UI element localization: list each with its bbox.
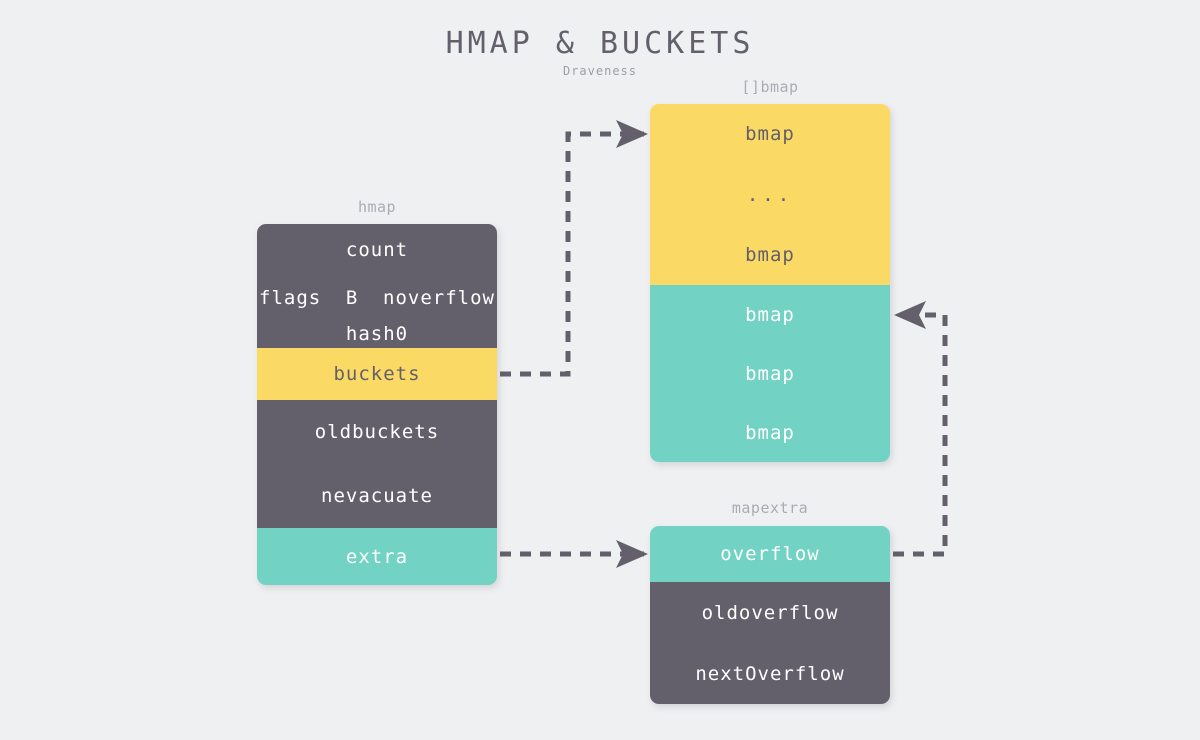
bmap-array-row-bmap-1-label: bmap [745, 123, 795, 145]
hmap-row-oldbuckets[interactable]: oldbuckets [257, 400, 497, 464]
mapextra-label: mapextra [731, 499, 809, 517]
bmap-array-label: []bmap [741, 78, 799, 96]
mapextra-row-nextoverflow[interactable]: nextOverflow [650, 643, 890, 704]
hmap-row-buckets[interactable]: buckets [257, 348, 497, 400]
bmap-array-row-bmap-5-label: bmap [745, 421, 795, 444]
hmap-row-count-label: count [345, 238, 409, 261]
diagram-canvas: HMAP & BUCKETS Draveness hmap count flag… [0, 0, 1200, 740]
bmap-array-row-bmap-2[interactable]: bmap [650, 225, 890, 285]
hmap-label: hmap [357, 198, 397, 216]
page-title: HMAP & BUCKETS [445, 26, 755, 61]
hmap-row-nevacuate[interactable]: nevacuate [257, 464, 497, 528]
bmap-array-row-bmap-2-label: bmap [745, 244, 795, 266]
bmap-array-row-bmap-4[interactable]: bmap [650, 344, 890, 403]
hmap-row-count[interactable]: count [257, 224, 497, 275]
hmap-field-b: B [345, 286, 359, 309]
bmap-array-row-bmap-3[interactable]: bmap [650, 285, 890, 344]
hmap-struct: count flags B noverflow hash0 buckets ol… [257, 224, 497, 585]
bmap-array-row-bmap-1[interactable]: bmap [650, 104, 890, 164]
hmap-field-noverflow: noverflow [383, 286, 495, 309]
hmap-row-flags-b-noverflow[interactable]: flags B noverflow [257, 275, 497, 320]
mapextra-struct: overflow oldoverflow nextOverflow [650, 526, 890, 704]
hmap-row-extra-label: extra [345, 545, 409, 568]
connector-overflow-to-bmap-array [893, 301, 948, 557]
hmap-row-hash0-label: hash0 [345, 323, 409, 345]
mapextra-row-overflow[interactable]: overflow [650, 526, 890, 582]
bmap-array-struct: bmap ... bmap bmap bmap bmap [650, 104, 890, 462]
hmap-row-oldbuckets-label: oldbuckets [314, 421, 440, 443]
hmap-row-buckets-label: buckets [333, 363, 421, 385]
connector-buckets-to-bmap-array [500, 119, 649, 377]
bmap-array-row-ellipsis: ... [650, 164, 890, 225]
bmap-array-row-bmap-5[interactable]: bmap [650, 403, 890, 462]
hmap-row-hash0[interactable]: hash0 [257, 320, 497, 348]
mapextra-row-overflow-label: overflow [720, 543, 820, 565]
hmap-row-nevacuate-label: nevacuate [321, 485, 433, 507]
mapextra-row-oldoverflow[interactable]: oldoverflow [650, 582, 890, 643]
page-subtitle: Draveness [562, 64, 638, 78]
hmap-row-extra[interactable]: extra [257, 528, 497, 585]
mapextra-row-nextoverflow-label: nextOverflow [695, 662, 845, 685]
mapextra-row-oldoverflow-label: oldoverflow [701, 601, 839, 624]
connectors-layer [500, 119, 948, 568]
bmap-array-row-bmap-4-label: bmap [745, 362, 795, 385]
bmap-array-row-bmap-3-label: bmap [745, 303, 795, 326]
hmap-field-flags: flags [259, 286, 322, 309]
bmap-array-row-ellipsis-label: ... [746, 183, 794, 206]
